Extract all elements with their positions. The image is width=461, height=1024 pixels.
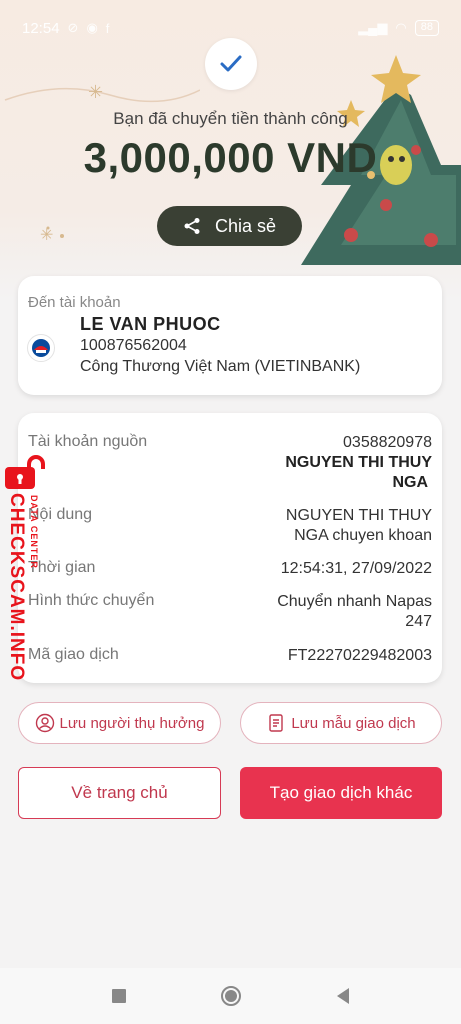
save-template-label: Lưu mẫu giao dịch: [291, 714, 416, 732]
home-button[interactable]: Về trang chủ: [18, 767, 221, 819]
receipt-icon: [269, 714, 284, 732]
android-nav-bar: [0, 968, 461, 1024]
battery-indicator: 88: [414, 20, 439, 36]
recipient-label: Đến tài khoản: [28, 294, 121, 311]
signal-icon: ▂▄▆: [358, 20, 388, 35]
transaction-id-value: FT22270229482003: [287, 647, 432, 664]
share-label: Chia sẻ: [214, 215, 277, 236]
nav-recent-button[interactable]: [107, 984, 131, 1008]
watermark-sub-text: DATA CENTER: [29, 495, 39, 569]
method-line2: 247: [405, 613, 432, 630]
content-line1: NGUYEN THI THUY: [285, 507, 432, 524]
content-line2: NGA chuyen khoan: [294, 527, 432, 544]
save-beneficiary-button[interactable]: Lưu người thụ hưởng: [18, 702, 221, 744]
source-account-value: 0358820978 NGUYEN THI THUY NGA: [285, 433, 432, 493]
success-message: Bạn đã chuyển tiền thành công: [113, 109, 348, 128]
wifi-icon: ◠: [395, 20, 407, 35]
svg-text:✳: ✳: [40, 227, 53, 244]
source-account-label: Tài khoản nguồn: [28, 433, 148, 450]
person-icon: [35, 713, 54, 733]
time-value: 12:54:31, 27/09/2022: [280, 560, 432, 577]
transaction-details-card: Tài khoản nguồn 0358820978 NGUYEN THI TH…: [18, 413, 442, 683]
nav-back-button[interactable]: [331, 984, 355, 1008]
source-account-number: 0358820978: [343, 434, 432, 451]
watermark: CHECKSCAM.INFO DATA CENTER: [3, 455, 49, 681]
recipient-bank: Công Thương Việt Nam (VIETINBANK): [80, 358, 361, 375]
recipient-account: 100876562004: [80, 337, 187, 354]
share-icon: [184, 218, 200, 234]
recipient-card: Đến tài khoản LE VAN PHUOC 100876562004 …: [18, 276, 442, 395]
notification-icon: ⊘: [67, 20, 79, 35]
vietinbank-logo-icon: [32, 339, 50, 357]
svg-text:✳: ✳: [88, 82, 103, 102]
nav-home-icon: [220, 986, 241, 1006]
facebook-icon: f: [105, 20, 110, 36]
check-icon: [220, 55, 242, 72]
share-button[interactable]: Chia sẻ: [157, 206, 302, 246]
success-check: [205, 38, 257, 90]
bank-logo: [27, 334, 55, 362]
nav-back-icon: [336, 988, 349, 1004]
transfer-amount: 3,000,000 VND: [83, 134, 378, 181]
nav-recent-icon: [111, 989, 126, 1003]
method-value: Chuyển nhanh Napas 247: [277, 592, 432, 632]
source-name-line1: NGUYEN THI THUY: [285, 454, 432, 471]
status-time: 12:54: [22, 19, 60, 37]
messenger-icon: ◉: [86, 20, 98, 35]
recipient-name: LE VAN PHUOC: [80, 314, 221, 334]
method-line1: Chuyển nhanh Napas: [277, 593, 432, 610]
source-name-line2: NGA: [392, 474, 428, 491]
lock-icon: [5, 455, 45, 489]
nav-home-button[interactable]: [219, 984, 243, 1008]
save-template-button[interactable]: Lưu mẫu giao dịch: [240, 702, 442, 744]
new-transaction-button[interactable]: Tạo giao dịch khác: [240, 767, 442, 819]
save-beneficiary-label: Lưu người thụ hưởng: [59, 714, 205, 732]
content-value: NGUYEN THI THUY NGA chuyen khoan: [286, 506, 432, 546]
watermark-main-text: CHECKSCAM.INFO: [6, 493, 27, 682]
